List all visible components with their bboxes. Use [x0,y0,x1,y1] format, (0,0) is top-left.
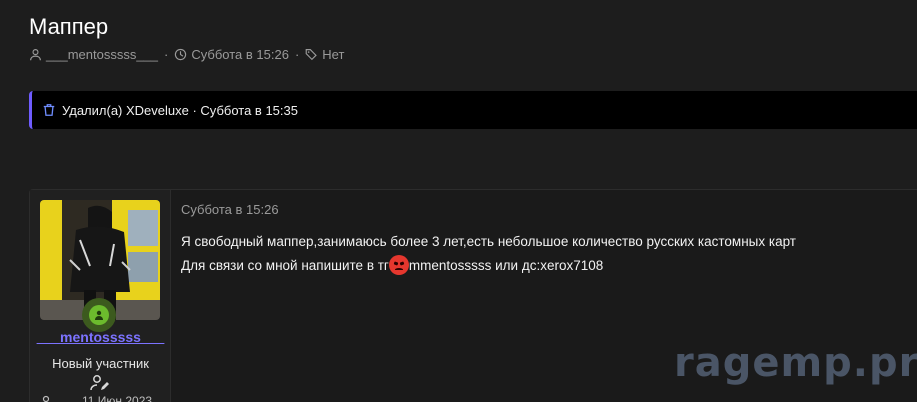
post-date-link[interactable]: Суббота в 15:26 [181,202,279,217]
post-body: Я свободный маппер,занимаюсь более 3 лет… [181,230,796,278]
user-title: Новый участник [52,356,149,371]
clock-icon [175,48,187,61]
online-status-badge [82,298,116,332]
thread-author-link[interactable]: ___mentosssss___ [46,47,158,62]
user-edit-icon [90,375,109,391]
thread-date-link[interactable]: Суббота в 15:26 [191,47,289,62]
meta-separator: · [164,47,169,62]
trash-icon [43,104,55,116]
post-line-1: Я свободный маппер,занимаюсь более 3 лет… [181,234,796,249]
post-line-2-start: Для связи со мной напишите в тг [181,258,389,273]
post-username[interactable]: ___mentosssss___ [30,329,171,345]
user-joined-icon [42,395,50,402]
post-user-panel: ___mentosssss___ Новый участник 11 Июн 2… [30,190,171,402]
watermark: ragemp.pro [674,340,917,386]
meta-separator: · [294,47,300,62]
page-title: Маппер [29,14,109,39]
tags-icon [305,49,318,61]
online-icon [89,305,109,325]
post-line-2: Для связи со мной напишите в тг mmentosss… [181,254,796,278]
joined-date: 11 Июн 2023 [82,394,153,402]
post-line-2-end: mmentosssss или дс:xerox7108 [408,258,604,273]
deleted-notice: Удалил(а) XDeveluxe · Суббота в 15:35 [29,91,917,129]
thread-tags: Нет [322,47,345,62]
joined-row: 11 Июн 2023 [40,394,152,402]
angry-face-icon [388,255,409,275]
user-icon [30,49,41,61]
thread-meta: ___mentosssss___ · Суббота в 15:26 · Нет [29,47,344,62]
deleted-notice-text: Удалил(а) XDeveluxe · Суббота в 15:35 [62,102,298,118]
